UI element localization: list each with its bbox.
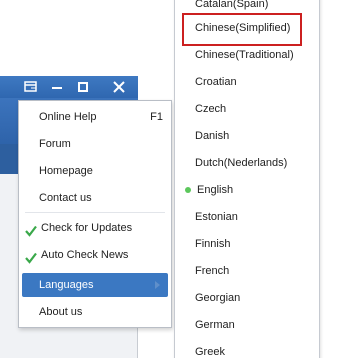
language-item-greek[interactable]: Greek	[175, 340, 319, 358]
language-item-danish[interactable]: Danish	[175, 124, 319, 148]
menu-item-check-for-updates[interactable]: Check for Updates	[19, 216, 171, 240]
highlight-annotation-box	[182, 13, 302, 46]
language-label: English	[197, 184, 234, 196]
menu-item-label: About us	[39, 306, 83, 318]
menu-item-online-help[interactable]: Online Help F1	[19, 105, 171, 129]
menu-item-about-us[interactable]: About us	[19, 300, 171, 324]
menu-item-forum[interactable]: Forum	[19, 132, 171, 156]
menu-item-languages[interactable]: Languages	[22, 273, 168, 297]
language-item-estonian[interactable]: Estonian	[175, 205, 319, 229]
language-item-dutch[interactable]: Dutch(Nederlands)	[175, 151, 319, 175]
language-item-chinese-traditional[interactable]: Chinese(Traditional)	[175, 43, 319, 67]
checkmark-icon	[25, 249, 37, 264]
language-label: Finnish	[195, 238, 231, 250]
language-label: Czech	[195, 103, 227, 115]
checkmark-icon	[25, 222, 37, 237]
menu-item-label: Languages	[39, 279, 94, 291]
language-item-finnish[interactable]: Finnish	[175, 232, 319, 256]
radio-dot-icon	[185, 187, 191, 193]
language-item-french[interactable]: French	[175, 259, 319, 283]
menu-item-label: Check for Updates	[41, 222, 133, 234]
language-item-georgian[interactable]: Georgian	[175, 286, 319, 310]
language-item-english[interactable]: English	[175, 178, 319, 202]
menu-icon[interactable]	[22, 78, 40, 96]
language-label: Estonian	[195, 211, 238, 223]
close-icon[interactable]	[110, 78, 128, 96]
maximize-icon[interactable]	[74, 78, 92, 96]
shortcut-label: F1	[150, 111, 163, 123]
minimize-icon[interactable]	[48, 78, 66, 96]
language-item-croatian[interactable]: Croatian	[175, 70, 319, 94]
languages-submenu: Catalan(Spain) Chinese(Simplified) Chine…	[174, 0, 320, 358]
menu-separator	[25, 212, 165, 213]
menu-item-label: Online Help	[39, 111, 97, 123]
chevron-right-icon	[155, 281, 160, 289]
language-label: Georgian	[195, 292, 241, 304]
app-titlebar	[0, 76, 138, 98]
menu-item-label: Contact us	[39, 192, 92, 204]
language-label: Greek	[195, 346, 225, 358]
language-label: French	[195, 265, 230, 277]
language-label: Dutch(Nederlands)	[195, 157, 288, 169]
language-item-czech[interactable]: Czech	[175, 97, 319, 121]
language-item-german[interactable]: German	[175, 313, 319, 337]
language-label: Danish	[195, 130, 230, 142]
menu-item-auto-check-news[interactable]: Auto Check News	[19, 243, 171, 267]
language-label: Croatian	[195, 76, 237, 88]
screenshot-stage: Online Help F1 Forum Homepage Contact us…	[0, 0, 348, 358]
menu-item-label: Forum	[39, 138, 71, 150]
menu-item-label: Auto Check News	[41, 249, 129, 261]
help-menu: Online Help F1 Forum Homepage Contact us…	[18, 100, 172, 328]
menu-item-homepage[interactable]: Homepage	[19, 159, 171, 183]
menu-item-contact-us[interactable]: Contact us	[19, 186, 171, 210]
menu-item-label: Homepage	[39, 165, 93, 177]
language-label: Chinese(Traditional)	[195, 49, 294, 61]
language-label: Catalan(Spain)	[195, 0, 269, 10]
language-label: German	[195, 319, 235, 331]
